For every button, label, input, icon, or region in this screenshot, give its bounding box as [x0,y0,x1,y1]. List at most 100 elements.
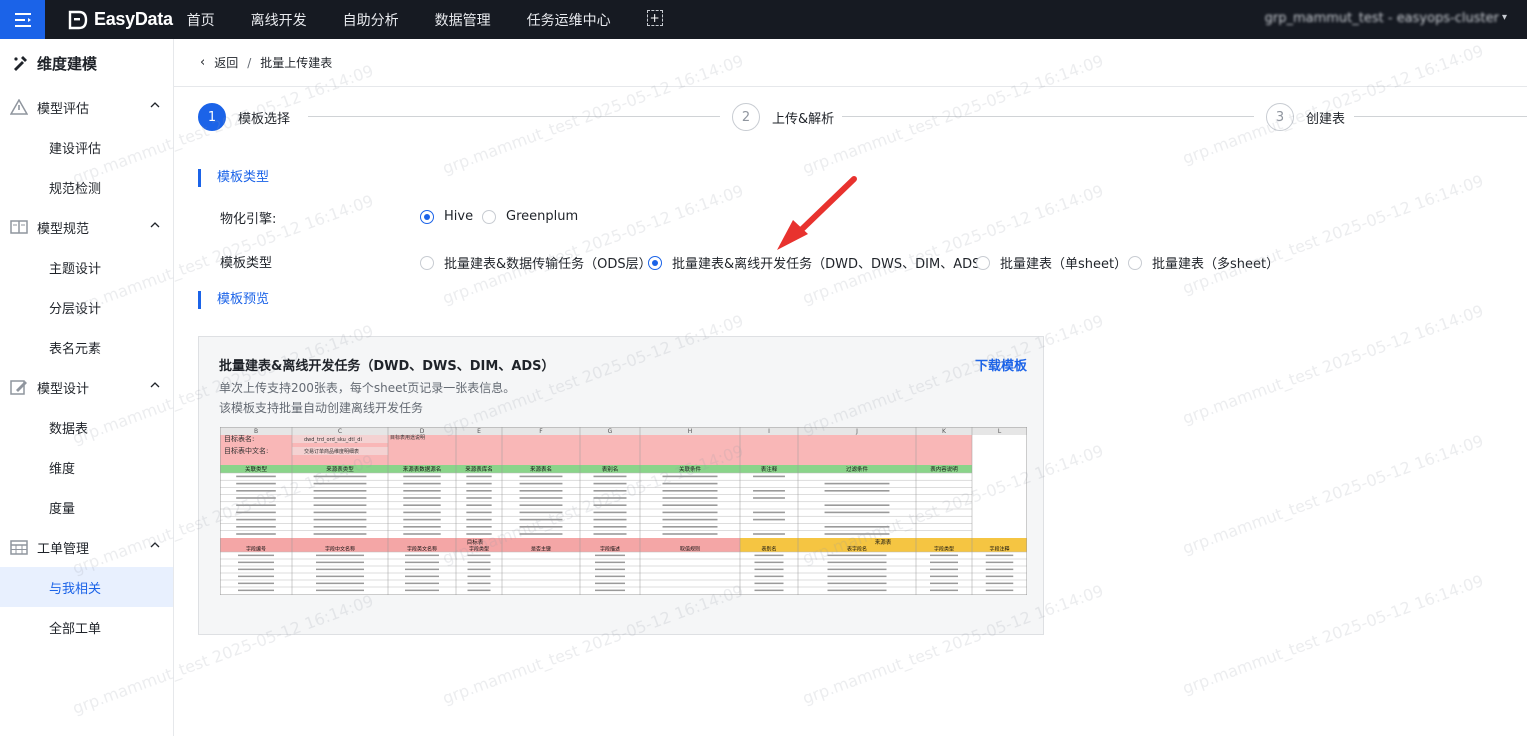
step-connector [1354,116,1527,117]
radio-label: 批量建表（多sheet） [1152,257,1280,272]
radio-engine-greenplum[interactable]: Greenplum [482,209,578,224]
sheet-header-cell: 来源表类型 [326,465,354,473]
radio-engine-hive[interactable]: Hive [420,209,473,224]
sheet-header2-cell: 表别名 [761,546,776,553]
menu-toggle-button[interactable] [0,0,45,39]
hamburger-icon [14,12,31,27]
sidebar-group-model-spec[interactable]: 模型规范 [0,207,173,247]
section-title-template-type: 模板类型 [198,169,269,187]
radio-template-multi-sheet[interactable]: 批量建表（多sheet） [1128,253,1279,272]
radio-dot[interactable] [976,255,990,270]
sheet-target-cn-value: 交易订单商品维度明细表 [304,448,359,455]
sheet-cell-text [753,497,785,499]
sheet-cell-text [593,482,627,485]
step-number: 1 [198,103,226,131]
sheet-cell-text [313,490,367,492]
sheet-cell-text [403,526,441,528]
sheet-header-cell: 表内容说明 [930,465,958,473]
sheet-cell-text [238,554,274,557]
sidebar-item-all-tickets[interactable]: 全部工单 [0,607,173,647]
sheet-cell-text [405,568,439,571]
sheet-cell-text [313,497,367,499]
sidebar-item-layer-design[interactable]: 分层设计 [0,287,173,327]
sheet-cell-text [313,504,367,506]
sheet-cell-text [824,533,890,535]
sidebar-group-model-eval[interactable]: 模型评估 [0,87,173,127]
sheet-cell-text [313,511,367,514]
nav-home[interactable]: 首页 [187,10,215,30]
sidebar-item-related-to-me[interactable]: 与我相关 [0,567,173,607]
sheet-cell-text [754,568,784,571]
sheet-header-cell: 来源表库名 [465,465,493,473]
chevron-up-icon[interactable] [149,539,161,551]
sidebar-item-topic-design[interactable]: 主题设计 [0,247,173,287]
nav-task-ops[interactable]: 任务运维中心 [527,10,611,30]
radio-dot[interactable] [482,209,496,224]
radio-label: Hive [444,209,474,224]
engine-label: 物化引擎: [220,212,277,227]
modeling-icon [14,56,27,71]
sidebar-item-build-eval[interactable]: 建设评估 [0,127,173,167]
radio-template-single-sheet[interactable]: 批量建表（单sheet） [976,253,1127,272]
nav-self-analysis[interactable]: 自助分析 [343,10,399,30]
sheet-cell-text [593,533,627,535]
sheet-cell-text [593,511,627,514]
sidebar-item-spec-check[interactable]: 规范检测 [0,167,173,207]
sheet-cell-text [313,518,367,521]
sheet-cell-text [313,533,367,535]
add-tab-icon[interactable]: + [646,9,663,26]
sheet-header-cell: 过滤条件 [846,465,869,473]
sidebar-item-table-name-elements[interactable]: 表名元素 [0,327,173,367]
step-number: 2 [732,103,760,131]
radio-dot[interactable] [420,209,434,224]
chevron-left-icon[interactable]: ‹ [200,55,205,70]
sidebar-item-measures[interactable]: 度量 [0,487,173,527]
sidebar-group-model-design[interactable]: 模型设计 [0,367,173,407]
sheet-cell-text [930,589,958,592]
sheet-cell-text [593,475,627,478]
top-navbar: EasyData 首页 离线开发 自助分析 数据管理 任务运维中心 + grp_… [0,0,1527,39]
step-2: 2 上传&解析 [732,103,834,131]
sidebar-item-data-tables[interactable]: 数据表 [0,407,173,447]
sheet-col-letter: C [338,428,342,435]
radio-template-offline-dev[interactable]: 批量建表&离线开发任务（DWD、DWS、DIM、ADS） [648,253,993,272]
sidebar-title: 维度建模 [0,39,173,87]
sheet-cell-text [985,589,1014,592]
chevron-up-icon[interactable] [149,99,161,111]
radio-dot[interactable] [648,255,662,270]
sidebar-group-ticket-management[interactable]: 工单管理 [0,527,173,567]
radio-dot[interactable] [420,255,434,270]
chevron-up-icon[interactable] [149,379,161,391]
chevron-down-icon[interactable]: ▾ [1502,12,1507,23]
user-menu[interactable]: grp_mammut_test - easyops-cluster [1265,11,1499,26]
sheet-cell-text [754,575,784,578]
chevron-up-icon[interactable] [149,219,161,231]
sheet-cell-text [519,511,563,514]
nav-offline-dev[interactable]: 离线开发 [251,10,307,30]
sidebar-item-dimensions[interactable]: 维度 [0,447,173,487]
sheet-col-letter: F [539,428,543,435]
brand-logo[interactable]: EasyData [67,9,173,31]
nav-data-management[interactable]: 数据管理 [435,10,491,30]
sheet-cell-text [753,533,785,535]
sheet-cell-text [753,518,785,521]
radio-label: 批量建表&数据传输任务（ODS层） [444,257,652,272]
sheet-cell-text [662,475,718,478]
sheet-header-cell: 关联条件 [679,465,702,473]
sheet-cell-text [595,575,625,578]
radio-template-ods[interactable]: 批量建表&数据传输任务（ODS层） [420,253,652,272]
download-template-link[interactable]: 下载模板 [975,355,1027,374]
sheet-header-cell: 表别名 [602,465,619,473]
sheet-cell-text [238,575,274,578]
sheet-cell-text [662,482,718,485]
sheet-target-value: dwd_trd_ord_sku_dtl_di [304,437,362,443]
sheet-cell-text [754,561,784,564]
steps-bar: 1 模板选择 2 上传&解析 3 创建表 [198,103,1527,131]
radio-dot[interactable] [1128,255,1142,270]
sheet-cell-text [662,504,718,506]
sheet-cell-text [662,490,718,492]
sheet-cell-text [593,504,627,506]
sheet-cell-text [316,582,364,585]
back-link[interactable]: 返回 [214,54,238,71]
breadcrumb-separator: / [247,55,252,70]
